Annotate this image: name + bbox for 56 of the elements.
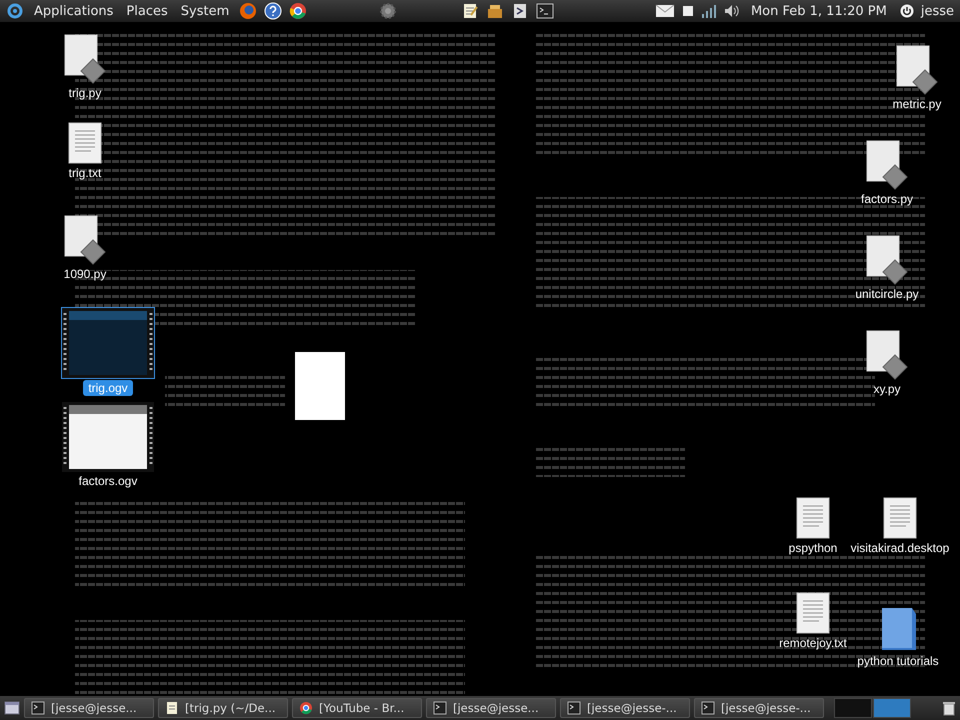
- file-name[interactable]: 1090.py: [60, 267, 110, 281]
- python-file-icon[interactable]: [63, 34, 107, 84]
- taskbar-button[interactable]: [jesse@jesse-...: [560, 698, 690, 718]
- user-name[interactable]: jesse: [920, 4, 954, 18]
- text-file-icon[interactable]: [796, 497, 830, 539]
- firefox-icon[interactable]: [239, 2, 258, 20]
- taskbar-button[interactable]: [trig.py (~/De...: [158, 698, 288, 718]
- video-thumbnail-icon[interactable]: [62, 308, 154, 378]
- video-thumbnail-icon[interactable]: [62, 402, 154, 472]
- python-file-icon[interactable]: [895, 45, 939, 95]
- terminal-icon: [433, 701, 447, 715]
- terminal-icon: [701, 701, 715, 715]
- notepad-icon[interactable]: [461, 2, 480, 20]
- file-name[interactable]: pspython: [786, 541, 840, 555]
- menu-item[interactable]: Places: [123, 4, 171, 18]
- file-name[interactable]: unitcircle.py: [852, 287, 922, 301]
- file-name[interactable]: xy.py: [870, 382, 904, 396]
- terminal-icon[interactable]: [536, 2, 554, 20]
- text-file-icon[interactable]: [68, 122, 102, 164]
- file-name[interactable]: metric.py: [890, 97, 944, 111]
- chrome-icon: [299, 701, 313, 715]
- taskbar-button[interactable]: [jesse@jesse-...: [694, 698, 824, 718]
- signal-icon[interactable]: [700, 4, 717, 18]
- file-name[interactable]: factors.ogv: [76, 474, 140, 488]
- help-icon[interactable]: [264, 2, 282, 20]
- terminal-icon: [31, 701, 45, 715]
- python-file-icon[interactable]: [63, 215, 107, 265]
- file-name[interactable]: factors.py: [858, 192, 916, 206]
- file-name[interactable]: python tutorials: [854, 654, 942, 668]
- terminal-icon: [567, 701, 581, 715]
- notepad-icon: [165, 701, 179, 715]
- file-name[interactable]: remotejoy.txt: [776, 636, 850, 650]
- file-name[interactable]: trig.txt: [66, 166, 104, 180]
- power-icon[interactable]: [900, 4, 914, 18]
- text-file-icon[interactable]: [883, 497, 917, 539]
- clock[interactable]: Mon Feb 1, 11:20 PM: [750, 4, 887, 18]
- text-file-icon[interactable]: [796, 592, 830, 634]
- menu-item[interactable]: Applications: [31, 4, 116, 18]
- taskbar-button[interactable]: [jesse@jesse...: [426, 698, 556, 718]
- python-file-icon[interactable]: [865, 330, 909, 380]
- file-name[interactable]: trig.py: [66, 86, 104, 100]
- taskbar-button[interactable]: [jesse@jesse...: [24, 698, 154, 718]
- trash-icon[interactable]: [942, 700, 956, 716]
- taskbar-button[interactable]: [YouTube - Br...: [292, 698, 422, 718]
- gear-icon[interactable]: [379, 2, 398, 20]
- package-icon[interactable]: [486, 2, 504, 20]
- menu-item[interactable]: System: [178, 4, 232, 18]
- speaker-icon[interactable]: [724, 4, 740, 18]
- show-desktop-icon[interactable]: [4, 701, 20, 715]
- python-file-icon[interactable]: [865, 235, 909, 285]
- mail-icon[interactable]: [654, 4, 675, 18]
- logo-icon[interactable]: [6, 2, 24, 20]
- window-icon[interactable]: [682, 5, 694, 17]
- chrome-icon[interactable]: [289, 2, 308, 20]
- file-name[interactable]: visitakirad.desktop: [848, 541, 952, 555]
- python-file-icon[interactable]: [865, 140, 909, 190]
